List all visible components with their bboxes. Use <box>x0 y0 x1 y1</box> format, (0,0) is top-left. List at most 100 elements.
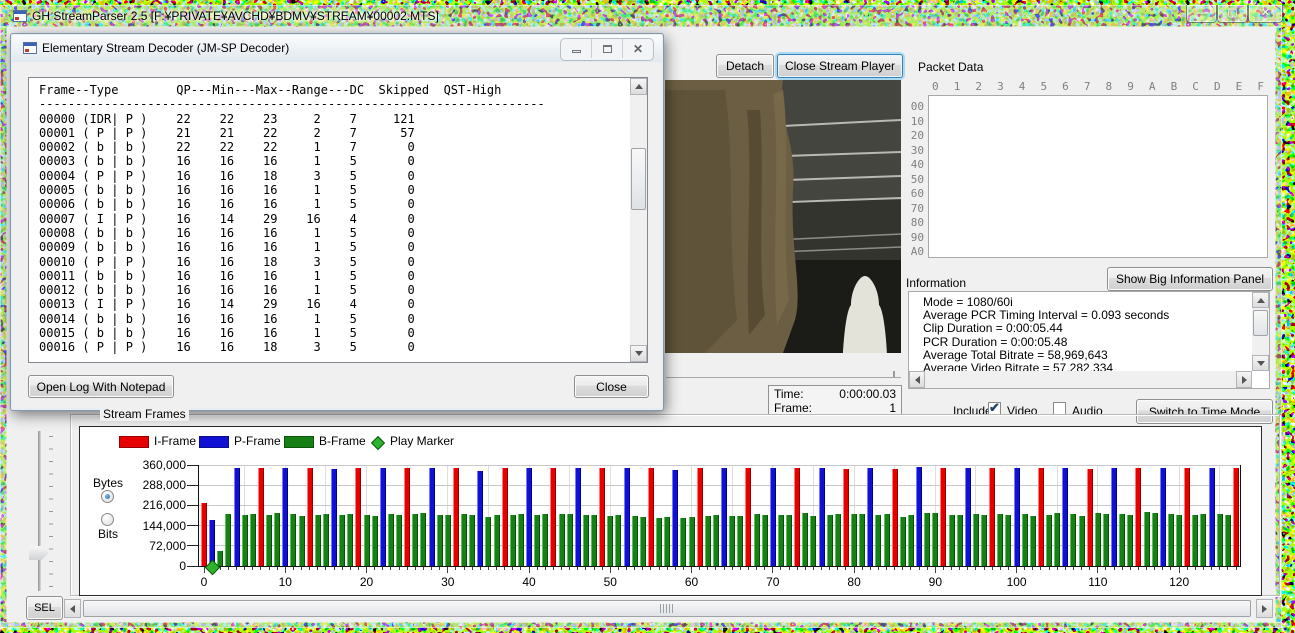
frame-bar[interactable] <box>217 551 223 566</box>
frame-bar[interactable] <box>1087 469 1093 566</box>
decoder-line[interactable]: Frame--Type QP---Min---Max--Range---DC S… <box>39 83 627 97</box>
frame-bar[interactable] <box>1127 515 1133 566</box>
frame-bar[interactable] <box>364 515 370 566</box>
frame-bar[interactable] <box>1192 515 1198 566</box>
frame-bar[interactable] <box>770 468 776 566</box>
frame-bar[interactable] <box>550 468 556 566</box>
frame-bar[interactable] <box>1054 513 1060 566</box>
frame-bar[interactable] <box>599 468 605 566</box>
decoder-line[interactable]: 00007 ( I | P ) 16 14 29 16 4 0 <box>39 212 627 226</box>
frame-bar[interactable] <box>778 515 784 566</box>
scroll-thumb[interactable] <box>631 148 646 210</box>
frame-bar[interactable] <box>721 468 727 566</box>
frame-bar[interactable] <box>672 470 678 566</box>
frame-bar[interactable] <box>396 515 402 566</box>
decoder-line[interactable]: 00015 ( b | b ) 16 16 16 1 5 0 <box>39 326 627 340</box>
frame-bar[interactable] <box>965 468 971 566</box>
frame-bar[interactable] <box>347 514 353 566</box>
frame-bar[interactable] <box>453 468 459 566</box>
scroll-thumb[interactable] <box>83 600 1251 617</box>
frame-bar[interactable] <box>250 514 256 566</box>
decoder-line[interactable]: 00011 ( b | b ) 16 16 16 1 5 0 <box>39 269 627 283</box>
decoder-line[interactable]: 00004 ( P | P ) 16 16 18 3 5 0 <box>39 169 627 183</box>
frame-bar[interactable] <box>1184 468 1190 566</box>
decoder-vscrollbar[interactable] <box>630 78 647 362</box>
frame-bar[interactable] <box>1176 515 1182 566</box>
frame-bar[interactable] <box>640 517 646 566</box>
frame-bar[interactable] <box>705 516 711 566</box>
decoder-line[interactable]: 00012 ( b | b ) 16 16 16 1 5 0 <box>39 283 627 297</box>
decoder-line[interactable]: ----------------------------------------… <box>39 97 627 111</box>
frame-bar[interactable] <box>1005 515 1011 566</box>
frame-bar[interactable] <box>331 469 337 566</box>
decoder-line[interactable]: 00009 ( b | b ) 16 16 16 1 5 0 <box>39 240 627 254</box>
frame-bar[interactable] <box>1046 515 1052 566</box>
video-seek-track[interactable] <box>666 377 901 378</box>
frame-bar[interactable] <box>372 516 378 566</box>
frame-bar[interactable] <box>1200 514 1206 566</box>
decoder-line[interactable]: 00008 ( b | b ) 16 16 16 1 5 0 <box>39 226 627 240</box>
frame-bar[interactable] <box>201 503 207 566</box>
frame-bar[interactable] <box>697 468 703 566</box>
dialog-maximize-button[interactable] <box>592 39 623 58</box>
frame-bar[interactable] <box>1144 512 1150 566</box>
frame-bar[interactable] <box>510 515 516 566</box>
frame-bar[interactable] <box>299 516 305 566</box>
frame-bar[interactable] <box>388 514 394 566</box>
open-log-button[interactable]: Open Log With Notepad <box>28 375 174 398</box>
stream-frames-chart[interactable]: Bytes Bits 072,000144,000216,000288,0003… <box>79 426 1262 596</box>
scroll-down-button[interactable] <box>1252 355 1269 371</box>
frame-bar[interactable] <box>624 468 630 566</box>
frame-bar[interactable] <box>648 468 654 566</box>
scroll-thumb[interactable] <box>1253 310 1268 336</box>
frame-bar[interactable] <box>827 515 833 566</box>
scroll-right-button[interactable] <box>1236 371 1252 388</box>
frame-bar[interactable] <box>981 515 987 566</box>
frame-bar[interactable] <box>997 514 1003 566</box>
chart-hscrollbar[interactable] <box>64 599 1273 618</box>
frame-bar[interactable] <box>534 515 540 566</box>
frame-bar[interactable] <box>843 469 849 566</box>
frame-bar[interactable] <box>835 514 841 566</box>
frame-bar[interactable] <box>429 468 435 566</box>
frame-bar[interactable] <box>526 468 532 566</box>
minimize-button[interactable]: — <box>1186 5 1217 23</box>
frame-bar[interactable] <box>1119 514 1125 566</box>
frame-bar[interactable] <box>1030 516 1036 566</box>
frame-bar[interactable] <box>1014 468 1020 566</box>
frame-bar[interactable] <box>412 514 418 566</box>
decoder-line[interactable]: 00010 ( P | P ) 16 16 18 3 5 0 <box>39 255 627 269</box>
dialog-close-button[interactable]: ✕ <box>623 39 653 58</box>
frame-bar[interactable] <box>591 515 597 566</box>
zoom-slider-track[interactable] <box>38 431 41 591</box>
frame-bar[interactable] <box>680 518 686 566</box>
frame-bar[interactable] <box>819 468 825 566</box>
frame-bar[interactable] <box>632 516 638 566</box>
frame-bar[interactable] <box>802 513 808 566</box>
frame-bar[interactable] <box>810 516 816 566</box>
packet-data-grid[interactable] <box>928 95 1268 258</box>
frame-bar[interactable] <box>900 517 906 566</box>
frame-bar[interactable] <box>234 468 240 566</box>
frame-bar[interactable] <box>754 514 760 566</box>
frame-bar[interactable] <box>932 513 938 566</box>
frame-bar[interactable] <box>973 514 979 566</box>
frame-bar[interactable] <box>615 515 621 566</box>
frame-bar[interactable] <box>575 468 581 566</box>
frame-bar[interactable] <box>323 514 329 566</box>
frame-bar[interactable] <box>485 517 491 566</box>
frame-bar[interactable] <box>1225 515 1231 566</box>
frame-bar[interactable] <box>786 515 792 566</box>
dialog-titlebar[interactable]: Elementary Stream Decoder (JM-SP Decoder… <box>12 35 662 62</box>
sel-button[interactable]: SEL <box>26 596 63 620</box>
frame-bar[interactable] <box>469 515 475 566</box>
frame-bar[interactable] <box>689 517 695 566</box>
frame-bar[interactable] <box>274 513 280 566</box>
close-button[interactable]: ✕ <box>1248 5 1283 23</box>
decoder-line[interactable]: 00003 ( b | b ) 16 16 16 1 5 0 <box>39 154 627 168</box>
frame-bar[interactable] <box>867 468 873 566</box>
frame-bar[interactable] <box>664 517 670 566</box>
scroll-up-button[interactable] <box>1252 292 1269 308</box>
frame-bar[interactable] <box>989 468 995 566</box>
frame-bar[interactable] <box>583 515 589 566</box>
